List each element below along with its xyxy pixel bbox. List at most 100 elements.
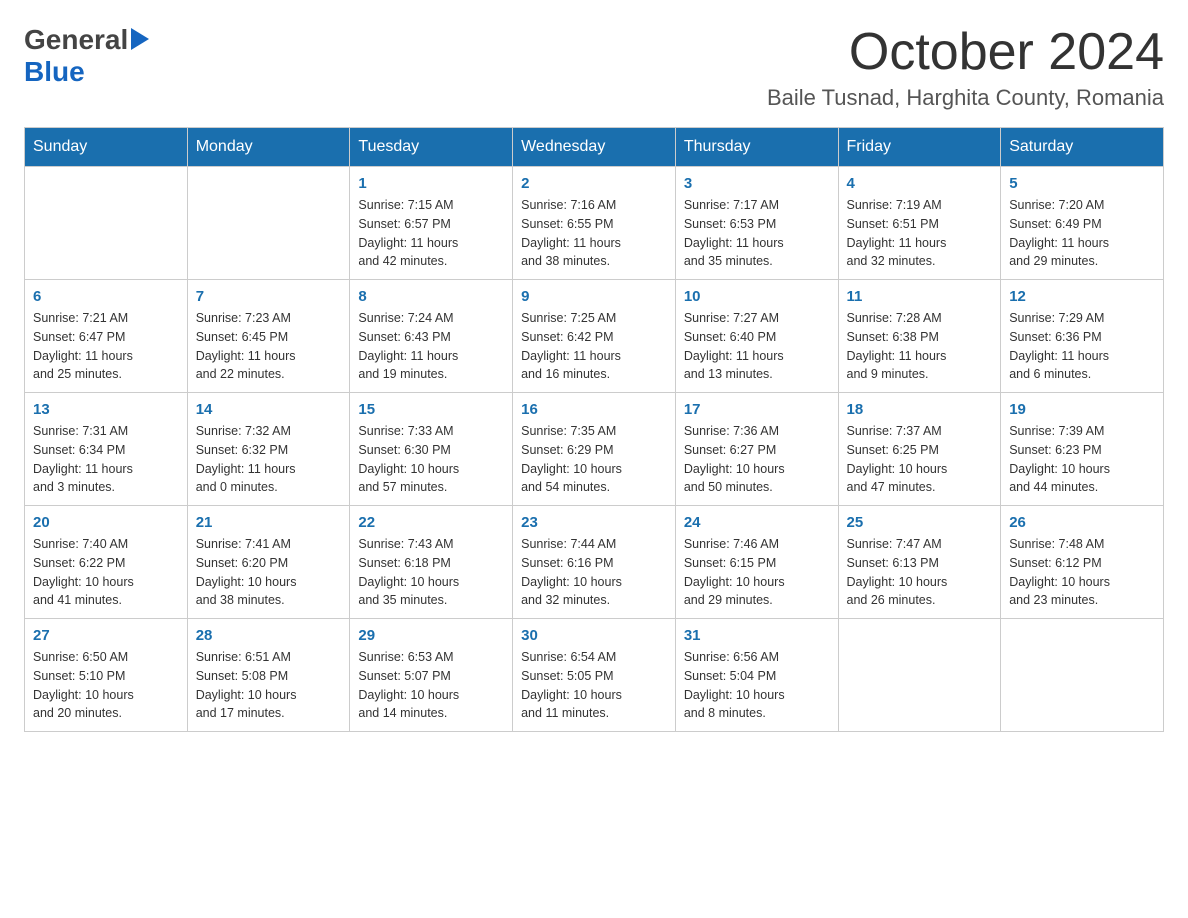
day-info: Sunrise: 7:15 AM Sunset: 6:57 PM Dayligh… — [358, 196, 504, 271]
header-tuesday: Tuesday — [350, 128, 513, 167]
calendar-cell: 31 Sunrise: 6:56 AM Sunset: 5:04 PM Dayli… — [675, 619, 838, 732]
day-info: Sunrise: 7:21 AM Sunset: 6:47 PM Dayligh… — [33, 309, 179, 384]
day-number: 30 — [521, 627, 667, 644]
page-header: General Blue October 2024 Baile Tusnad, … — [24, 24, 1164, 111]
day-number: 18 — [847, 401, 993, 418]
calendar-table: Sunday Monday Tuesday Wednesday Thursday… — [24, 127, 1164, 732]
day-info: Sunrise: 7:48 AM Sunset: 6:12 PM Dayligh… — [1009, 535, 1155, 610]
day-number: 6 — [33, 288, 179, 305]
day-number: 12 — [1009, 288, 1155, 305]
header-wednesday: Wednesday — [513, 128, 676, 167]
calendar-cell: 23 Sunrise: 7:44 AM Sunset: 6:16 PM Dayli… — [513, 506, 676, 619]
day-info: Sunrise: 7:23 AM Sunset: 6:45 PM Dayligh… — [196, 309, 342, 384]
logo-arrow-icon — [131, 28, 149, 55]
calendar-cell: 21Sunrise: 7:41 AM Sunset: 6:20 PM Dayli… — [187, 506, 350, 619]
calendar-cell — [1001, 619, 1164, 732]
calendar-cell: 1 Sunrise: 7:15 AM Sunset: 6:57 PM Daylig… — [350, 167, 513, 280]
day-info: Sunrise: 7:40 AM Sunset: 6:22 PM Dayligh… — [33, 535, 179, 610]
header-sunday: Sunday — [25, 128, 188, 167]
calendar-cell: 6 Sunrise: 7:21 AM Sunset: 6:47 PM Daylig… — [25, 280, 188, 393]
day-info: Sunrise: 6:50 AM Sunset: 5:10 PM Dayligh… — [33, 648, 179, 723]
week-row-2: 6 Sunrise: 7:21 AM Sunset: 6:47 PM Daylig… — [25, 280, 1164, 393]
day-number: 15 — [358, 401, 504, 418]
day-info: Sunrise: 7:19 AM Sunset: 6:51 PM Dayligh… — [847, 196, 993, 271]
day-number: 5 — [1009, 175, 1155, 192]
calendar-cell: 10 Sunrise: 7:27 AM Sunset: 6:40 PM Dayli… — [675, 280, 838, 393]
calendar-cell: 16 Sunrise: 7:35 AM Sunset: 6:29 PM Dayli… — [513, 393, 676, 506]
day-info: Sunrise: 7:35 AM Sunset: 6:29 PM Dayligh… — [521, 422, 667, 497]
day-number: 10 — [684, 288, 830, 305]
day-number: 23 — [521, 514, 667, 531]
calendar-cell: 27Sunrise: 6:50 AM Sunset: 5:10 PM Dayli… — [25, 619, 188, 732]
calendar-cell: 26 Sunrise: 7:48 AM Sunset: 6:12 PM Dayli… — [1001, 506, 1164, 619]
calendar-cell: 25 Sunrise: 7:47 AM Sunset: 6:13 PM Dayli… — [838, 506, 1001, 619]
day-info: Sunrise: 7:25 AM Sunset: 6:42 PM Dayligh… — [521, 309, 667, 384]
day-number: 1 — [358, 175, 504, 192]
day-number: 14 — [196, 401, 342, 418]
logo: General Blue — [24, 24, 149, 88]
calendar-cell: 17Sunrise: 7:36 AM Sunset: 6:27 PM Dayli… — [675, 393, 838, 506]
day-info: Sunrise: 6:53 AM Sunset: 5:07 PM Dayligh… — [358, 648, 504, 723]
day-number: 9 — [521, 288, 667, 305]
calendar-cell: 18 Sunrise: 7:37 AM Sunset: 6:25 PM Dayli… — [838, 393, 1001, 506]
day-number: 26 — [1009, 514, 1155, 531]
day-info: Sunrise: 7:28 AM Sunset: 6:38 PM Dayligh… — [847, 309, 993, 384]
day-info: Sunrise: 7:47 AM Sunset: 6:13 PM Dayligh… — [847, 535, 993, 610]
calendar-cell: 29 Sunrise: 6:53 AM Sunset: 5:07 PM Dayli… — [350, 619, 513, 732]
day-number: 11 — [847, 288, 993, 305]
calendar-cell: 9 Sunrise: 7:25 AM Sunset: 6:42 PM Daylig… — [513, 280, 676, 393]
calendar-cell: 4 Sunrise: 7:19 AM Sunset: 6:51 PM Daylig… — [838, 167, 1001, 280]
day-info: Sunrise: 7:31 AM Sunset: 6:34 PM Dayligh… — [33, 422, 179, 497]
calendar-cell: 19 Sunrise: 7:39 AM Sunset: 6:23 PM Dayli… — [1001, 393, 1164, 506]
day-number: 19 — [1009, 401, 1155, 418]
location-subtitle: Baile Tusnad, Harghita County, Romania — [767, 85, 1164, 111]
day-number: 20 — [33, 514, 179, 531]
weekday-header-row: Sunday Monday Tuesday Wednesday Thursday… — [25, 128, 1164, 167]
calendar-cell: 24 Sunrise: 7:46 AM Sunset: 6:15 PM Dayli… — [675, 506, 838, 619]
day-number: 3 — [684, 175, 830, 192]
day-info: Sunrise: 7:37 AM Sunset: 6:25 PM Dayligh… — [847, 422, 993, 497]
header-monday: Monday — [187, 128, 350, 167]
calendar-cell: 12Sunrise: 7:29 AM Sunset: 6:36 PM Dayli… — [1001, 280, 1164, 393]
day-info: Sunrise: 7:46 AM Sunset: 6:15 PM Dayligh… — [684, 535, 830, 610]
day-number: 2 — [521, 175, 667, 192]
day-info: Sunrise: 7:17 AM Sunset: 6:53 PM Dayligh… — [684, 196, 830, 271]
day-number: 4 — [847, 175, 993, 192]
day-info: Sunrise: 7:16 AM Sunset: 6:55 PM Dayligh… — [521, 196, 667, 271]
header-saturday: Saturday — [1001, 128, 1164, 167]
day-number: 8 — [358, 288, 504, 305]
day-info: Sunrise: 7:44 AM Sunset: 6:16 PM Dayligh… — [521, 535, 667, 610]
title-area: October 2024 Baile Tusnad, Harghita Coun… — [767, 24, 1164, 111]
calendar-cell: 3 Sunrise: 7:17 AM Sunset: 6:53 PM Daylig… — [675, 167, 838, 280]
day-info: Sunrise: 7:39 AM Sunset: 6:23 PM Dayligh… — [1009, 422, 1155, 497]
day-info: Sunrise: 6:51 AM Sunset: 5:08 PM Dayligh… — [196, 648, 342, 723]
week-row-3: 13Sunrise: 7:31 AM Sunset: 6:34 PM Dayli… — [25, 393, 1164, 506]
day-number: 16 — [521, 401, 667, 418]
day-info: Sunrise: 7:41 AM Sunset: 6:20 PM Dayligh… — [196, 535, 342, 610]
calendar-cell: 13Sunrise: 7:31 AM Sunset: 6:34 PM Dayli… — [25, 393, 188, 506]
week-row-5: 27Sunrise: 6:50 AM Sunset: 5:10 PM Dayli… — [25, 619, 1164, 732]
day-number: 28 — [196, 627, 342, 644]
day-info: Sunrise: 7:24 AM Sunset: 6:43 PM Dayligh… — [358, 309, 504, 384]
calendar-cell: 5Sunrise: 7:20 AM Sunset: 6:49 PM Daylig… — [1001, 167, 1164, 280]
calendar-cell: 14 Sunrise: 7:32 AM Sunset: 6:32 PM Dayli… — [187, 393, 350, 506]
day-info: Sunrise: 7:27 AM Sunset: 6:40 PM Dayligh… — [684, 309, 830, 384]
day-info: Sunrise: 6:54 AM Sunset: 5:05 PM Dayligh… — [521, 648, 667, 723]
day-info: Sunrise: 6:56 AM Sunset: 5:04 PM Dayligh… — [684, 648, 830, 723]
day-number: 24 — [684, 514, 830, 531]
week-row-1: 1 Sunrise: 7:15 AM Sunset: 6:57 PM Daylig… — [25, 167, 1164, 280]
calendar-cell — [187, 167, 350, 280]
header-thursday: Thursday — [675, 128, 838, 167]
day-number: 31 — [684, 627, 830, 644]
day-number: 29 — [358, 627, 504, 644]
logo-general-text: General — [24, 24, 128, 56]
calendar-cell: 28 Sunrise: 6:51 AM Sunset: 5:08 PM Dayli… — [187, 619, 350, 732]
day-info: Sunrise: 7:32 AM Sunset: 6:32 PM Dayligh… — [196, 422, 342, 497]
day-number: 25 — [847, 514, 993, 531]
calendar-cell: 7Sunrise: 7:23 AM Sunset: 6:45 PM Daylig… — [187, 280, 350, 393]
calendar-cell: 20 Sunrise: 7:40 AM Sunset: 6:22 PM Dayli… — [25, 506, 188, 619]
calendar-cell: 22Sunrise: 7:43 AM Sunset: 6:18 PM Dayli… — [350, 506, 513, 619]
calendar-cell — [25, 167, 188, 280]
logo-blue-text: Blue — [24, 56, 85, 87]
calendar-cell: 30 Sunrise: 6:54 AM Sunset: 5:05 PM Dayli… — [513, 619, 676, 732]
